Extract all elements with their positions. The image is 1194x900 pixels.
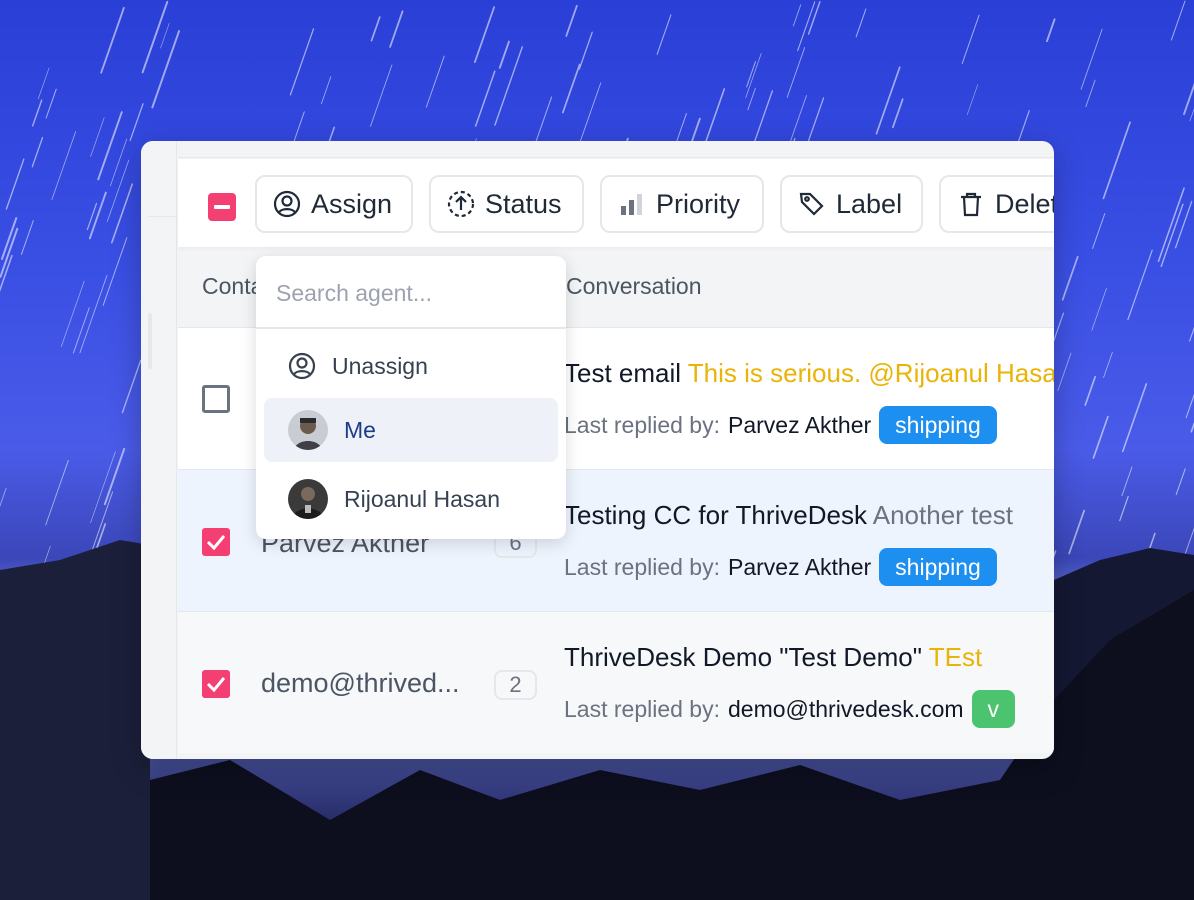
status-label: Status bbox=[485, 188, 562, 219]
select-all-checkbox[interactable] bbox=[208, 193, 236, 221]
contact-name[interactable]: demo@thrived... bbox=[261, 668, 460, 699]
tag-badge[interactable]: v bbox=[971, 690, 1016, 728]
avatar bbox=[288, 479, 328, 519]
column-header-conversation: Conversation bbox=[566, 273, 702, 299]
dropdown-item-me[interactable]: Me bbox=[264, 398, 558, 462]
table-row[interactable]: demo@thrived... 2 ThriveDesk Demo "Test … bbox=[178, 611, 1054, 753]
dropdown-item-unassign[interactable]: Unassign bbox=[264, 334, 558, 398]
row-checkbox[interactable] bbox=[202, 385, 230, 413]
label-label: Label bbox=[836, 188, 903, 219]
last-replied-name: Parvez Akther bbox=[727, 411, 872, 438]
last-replied-label: Last replied by: bbox=[564, 695, 720, 722]
scroll-handle[interactable] bbox=[148, 313, 152, 369]
conversation-subject[interactable]: ThriveDesk Demo "Test Demo" TEst bbox=[564, 642, 982, 673]
left-rail bbox=[141, 141, 178, 759]
dropdown-item-rijoanul-hasan[interactable]: Rijoanul Hasan bbox=[264, 467, 558, 531]
row-checkbox[interactable] bbox=[202, 528, 230, 556]
status-circle-arrow-icon bbox=[447, 190, 475, 218]
priority-bars-icon bbox=[621, 194, 642, 215]
dropdown-item-label: Rijoanul Hasan bbox=[344, 485, 500, 512]
last-replied: Last replied by: Parvez Akther shipping bbox=[564, 548, 997, 586]
subject-preview: This is serious. @Rijoanul Hasan bbox=[687, 358, 1054, 388]
message-count-badge: 2 bbox=[494, 670, 537, 700]
priority-label: Priority bbox=[656, 188, 741, 219]
trash-icon bbox=[961, 192, 981, 217]
subject-preview: TEst bbox=[928, 642, 983, 672]
last-replied: Last replied by: demo@thrivedesk.com v bbox=[564, 690, 1016, 728]
agent-search bbox=[256, 256, 566, 329]
tag-icon bbox=[799, 192, 824, 216]
assign-label: Assign bbox=[311, 188, 393, 219]
delete-button[interactable]: Delete bbox=[939, 175, 1054, 233]
last-replied-label: Last replied by: bbox=[564, 411, 720, 438]
search-agent-input[interactable] bbox=[276, 276, 546, 310]
check-icon bbox=[206, 535, 226, 551]
subject-text: ThriveDesk Demo "Test Demo" bbox=[564, 642, 929, 672]
last-replied: Last replied by: Parvez Akther shipping bbox=[564, 406, 997, 444]
status-button[interactable]: Status bbox=[429, 175, 584, 233]
label-button[interactable]: Label bbox=[780, 175, 923, 233]
subject-text: Test email bbox=[564, 358, 688, 388]
divider bbox=[148, 216, 178, 217]
user-circle-icon bbox=[288, 352, 316, 380]
last-replied-name: Parvez Akther bbox=[727, 553, 872, 580]
last-replied-label: Last replied by: bbox=[564, 553, 720, 580]
divider bbox=[178, 157, 1054, 158]
subject-text: Testing CC for ThriveDesk bbox=[564, 500, 873, 530]
conversation-subject[interactable]: Testing CC for ThriveDesk Another test bbox=[564, 500, 1013, 531]
check-icon bbox=[206, 677, 226, 693]
conversation-subject[interactable]: Test email This is serious. @Rijoanul Ha… bbox=[564, 358, 1054, 389]
bulk-action-toolbar: Assign Status Priority Label Dele bbox=[178, 159, 1054, 247]
row-checkbox[interactable] bbox=[202, 670, 230, 698]
assign-button[interactable]: Assign bbox=[255, 175, 413, 233]
assign-dropdown: Unassign Me Rijoanul Hasan bbox=[256, 256, 566, 539]
dropdown-item-label: Me bbox=[344, 416, 376, 443]
subject-preview: Another test bbox=[872, 500, 1013, 530]
priority-button[interactable]: Priority bbox=[600, 175, 764, 233]
tag-badge[interactable]: shipping bbox=[879, 548, 997, 586]
user-circle-icon bbox=[273, 190, 301, 218]
dropdown-item-label: Unassign bbox=[332, 352, 428, 379]
delete-label: Delete bbox=[995, 188, 1054, 219]
last-replied-name: demo@thrivedesk.com bbox=[727, 695, 964, 722]
avatar bbox=[288, 410, 328, 450]
tag-badge[interactable]: shipping bbox=[879, 406, 997, 444]
